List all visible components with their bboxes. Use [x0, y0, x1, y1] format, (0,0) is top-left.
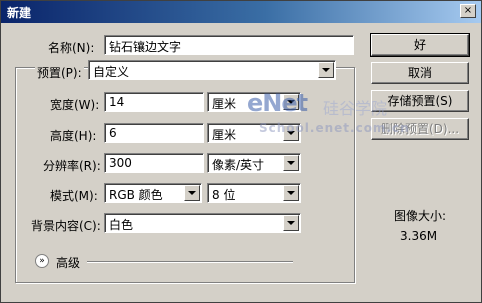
ok-button[interactable]: 好: [370, 33, 470, 57]
preset-value: 自定义: [93, 65, 130, 79]
height-input[interactable]: 6: [104, 123, 204, 143]
new-document-dialog: 新建 × 名称(N): 钻石镶边文字 预置(P): 自定义 宽度(W): 14 …: [0, 0, 482, 303]
width-unit-value: 厘米: [212, 97, 237, 111]
image-size-value: 3.36M: [400, 229, 438, 243]
close-button[interactable]: ×: [460, 4, 476, 18]
preset-label: 预置(P):: [35, 64, 84, 81]
color-mode-select[interactable]: RGB 颜色: [104, 183, 202, 203]
save-preset-button[interactable]: 存储预置(S): [371, 90, 469, 112]
mode-label: 模式(M):: [50, 189, 98, 203]
background-value: 白色: [109, 218, 134, 232]
height-unit-value: 厘米: [212, 128, 237, 142]
chevron-down-icon[interactable]: [283, 185, 299, 201]
bit-depth-select[interactable]: 8 位: [207, 183, 301, 203]
resolution-input[interactable]: 300: [104, 153, 204, 173]
width-unit-select[interactable]: 厘米: [207, 92, 301, 112]
chevron-down-icon[interactable]: [318, 62, 334, 78]
resolution-label: 分辨率(R):: [43, 159, 101, 173]
width-input[interactable]: 14: [104, 92, 204, 112]
image-size-label: 图像大小:: [394, 209, 447, 223]
background-label: 背景内容(C):: [31, 219, 101, 233]
cancel-button[interactable]: 取消: [371, 62, 469, 84]
delete-preset-button: 删除预置(D)...: [371, 118, 469, 140]
preset-select[interactable]: 自定义: [88, 60, 336, 80]
background-select[interactable]: 白色: [104, 213, 301, 233]
chevron-down-icon[interactable]: [283, 215, 299, 231]
height-label: 高度(H):: [50, 129, 97, 143]
title-bar: 新建 ×: [1, 1, 481, 23]
bit-depth-value: 8 位: [212, 188, 236, 202]
double-chevron-down-icon[interactable]: »: [35, 254, 49, 268]
chevron-down-icon[interactable]: [283, 125, 299, 141]
color-mode-value: RGB 颜色: [109, 188, 163, 202]
chevron-down-icon[interactable]: [283, 94, 299, 110]
name-label: 名称(N):: [48, 41, 95, 55]
chevron-down-icon[interactable]: [184, 185, 200, 201]
advanced-label[interactable]: 高级: [56, 254, 80, 271]
chevron-down-icon[interactable]: [283, 155, 299, 171]
dialog-title: 新建: [7, 6, 32, 20]
advanced-divider: [87, 261, 293, 263]
width-label: 宽度(W):: [50, 98, 100, 112]
resolution-unit-select[interactable]: 像素/英寸: [207, 153, 301, 173]
resolution-unit-value: 像素/英寸: [212, 158, 265, 172]
height-unit-select[interactable]: 厘米: [207, 123, 301, 143]
name-input[interactable]: 钻石镶边文字: [104, 35, 354, 55]
